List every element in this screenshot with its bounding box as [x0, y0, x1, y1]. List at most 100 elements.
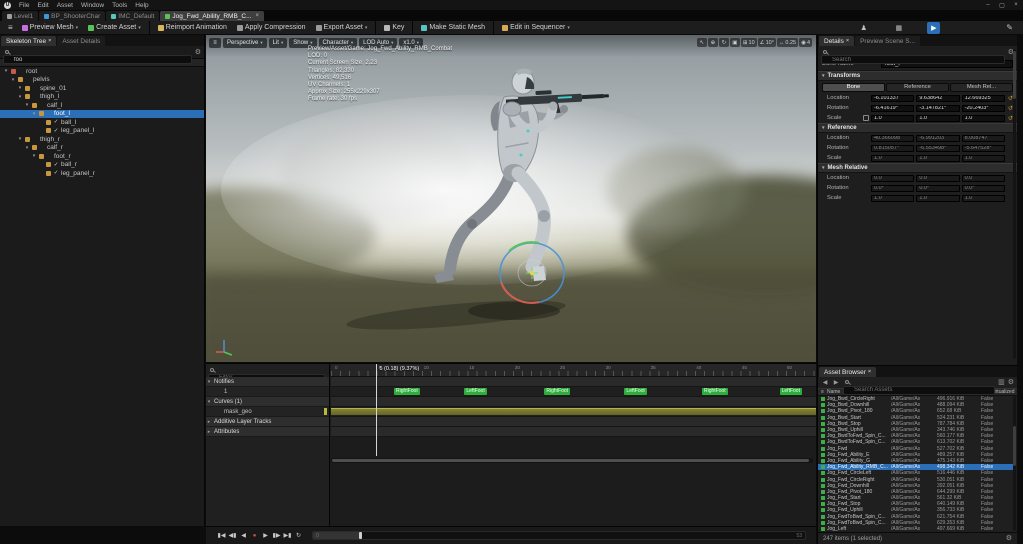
expander-icon[interactable]: ▸ [206, 429, 212, 435]
mesh-relative-section-header[interactable]: ▾ Mesh Relative [818, 163, 1017, 173]
transform-y-field[interactable]: 9.638642 [916, 94, 960, 102]
asset-row[interactable]: Jog_Fwd_Ability_RMB_C... /All/Game/As 49… [818, 464, 1013, 471]
history-forward-icon[interactable]: ▶ [832, 379, 840, 386]
transform-mode-button[interactable]: Reference [886, 82, 949, 92]
bone-tree-row[interactable]: ▾ calf_l [0, 101, 204, 110]
viewport-tool-button[interactable]: ↖ [696, 38, 707, 47]
transport-button[interactable]: ▶ [260, 530, 271, 541]
close-button[interactable]: × [1009, 2, 1023, 9]
transport-button[interactable]: ◀ [238, 530, 249, 541]
asset-search[interactable] [843, 378, 996, 395]
asset-row[interactable]: Jog_Bwd_Uphill /All/Game/As 343.746 KiB … [818, 427, 1013, 433]
lock-icon[interactable] [863, 115, 869, 121]
timeline-filter[interactable] [208, 366, 325, 383]
bone-tree-row[interactable]: ▾ root [0, 67, 204, 76]
preview-viewport[interactable]: ≡ Perspective ▾ Lit ▾ Show ▾ Character ▾… [206, 35, 816, 362]
details-scrollbar[interactable] [1013, 49, 1016, 359]
bone-tree-row[interactable]: ▾ foot_l [0, 109, 204, 118]
toolbar-button[interactable]: Preview Mesh ▾ [17, 21, 83, 35]
notify-marker[interactable]: RightFoot [544, 388, 571, 395]
asset-row[interactable]: Jog_BwdToFwd_Spin_C... /All/Game/As 560.… [818, 433, 1013, 439]
asset-search-input[interactable] [843, 385, 996, 395]
asset-row[interactable]: Jog_Fwd_Ability_G /All/Game/As 475.143 K… [818, 458, 1013, 464]
timeline-track-row[interactable]: ▾ Curves (1) [206, 397, 329, 407]
transform-x-field[interactable]: -6.41619° [871, 104, 915, 112]
asset-list-scrollbar[interactable] [1013, 396, 1016, 531]
snap-setting-button[interactable]: ⊞ 10 [740, 38, 757, 47]
snap-setting-button[interactable]: ↔ 0.25 [776, 38, 799, 47]
transport-button[interactable]: ▶▮ [282, 530, 293, 541]
tab-asset-details[interactable]: Asset Details [57, 36, 106, 46]
footer-gear-icon[interactable]: ⚙ [1006, 535, 1012, 542]
expander-icon[interactable]: ▾ [17, 94, 23, 100]
menu-item[interactable]: Window [77, 2, 108, 9]
minimize-button[interactable]: – [981, 2, 995, 9]
asset-tab[interactable]: Level1 × [2, 11, 39, 21]
asset-tab[interactable]: BP_ShooterChar × [39, 11, 106, 21]
skeleton-search[interactable] [3, 48, 192, 64]
transform-y-field[interactable]: 1.0 [916, 114, 960, 122]
transport-button[interactable]: ▮▶ [271, 530, 282, 541]
asset-row[interactable]: Jog_Fwd_Start /All/Game/As 561.32 KiB Fa… [818, 495, 1013, 501]
asset-row[interactable]: Jog_Bwd_Start /All/Game/As 524.231 KiB F… [818, 415, 1013, 421]
toolbar-button[interactable]: Create Asset ▾ [83, 21, 146, 35]
asset-row[interactable]: Jog_Fwd /All/Game/As 527.702 KiB False [818, 446, 1013, 452]
expander-icon[interactable]: ▾ [31, 153, 37, 159]
tree-filter-gear-icon[interactable]: ⚙ [195, 49, 201, 56]
close-icon[interactable]: × [868, 369, 871, 375]
viewport-menu-icon[interactable]: ≡ [209, 38, 221, 48]
asset-row[interactable]: Jog_Bwd_Stop /All/Game/As 787.784 KiB Fa… [818, 421, 1013, 427]
viewport-toolbar-button[interactable]: Lit ▾ [268, 38, 288, 48]
expander-icon[interactable]: ▾ [31, 111, 37, 117]
transform-mode-button[interactable]: Bone [822, 82, 885, 92]
bone-tree-row[interactable]: ✓ leg_panel_r [0, 169, 204, 178]
tab-details[interactable]: Details × [819, 36, 855, 46]
editor-mode-button[interactable]: ♟ [857, 22, 870, 34]
reference-section-header[interactable]: ▾ Reference [818, 123, 1017, 133]
transform-x-field[interactable]: 1.0 [871, 114, 915, 122]
asset-row[interactable]: Jog_Fwd_Ability_E /All/Game/As 489.257 K… [818, 452, 1013, 458]
transform-z-field[interactable]: 12.669325 [961, 94, 1005, 102]
bone-tree-row[interactable]: ▾ spine_01 [0, 84, 204, 93]
transport-button[interactable]: ↻ [293, 530, 304, 541]
toolbar-button[interactable]: Edit in Sequencer ▾ [493, 20, 575, 35]
timeline-track-row[interactable]: ▸ Additive Layer Tracks [206, 417, 329, 427]
details-search[interactable] [821, 48, 1005, 64]
expander-icon[interactable]: ▾ [17, 136, 23, 142]
bone-tree-row[interactable]: ✓ leg_panel_l [0, 127, 204, 136]
close-icon[interactable]: × [48, 38, 51, 44]
viewport-tool-button[interactable]: ↻ [718, 38, 729, 47]
bone-tree-row[interactable]: ▾ thigh_r [0, 135, 204, 144]
asset-row[interactable]: Jog_Fwd_CircleRight /All/Game/As 530.051… [818, 476, 1013, 483]
timeline-track-row[interactable]: ▾ Notifies [206, 377, 329, 387]
timeline-h-scrollbar-thumb[interactable] [332, 459, 809, 462]
asset-row[interactable]: Jog_Fwd_Pivot_180 /All/Game/As 644.299 K… [818, 489, 1013, 495]
edit-icon[interactable]: ✎ [1006, 23, 1013, 32]
transform-mode-button[interactable]: Mesh Rel... [950, 82, 1013, 92]
transport-button[interactable]: ◀▮ [227, 530, 238, 541]
expander-icon[interactable]: ▾ [24, 145, 30, 151]
expander-icon[interactable]: ▾ [24, 102, 30, 108]
skeleton-search-input[interactable] [3, 55, 192, 64]
notify-track[interactable]: RightFoot LeftFoot RightFoot LeftFoot RightF… [331, 387, 816, 397]
bone-tree-row[interactable]: ▾ foot_r [0, 152, 204, 161]
history-back-icon[interactable]: ◀ [821, 379, 829, 386]
timeline-scrubber[interactable]: 0 53 [312, 531, 806, 540]
editor-mode-button[interactable]: ▶ [927, 21, 941, 34]
view-options-icon[interactable]: ▥ [998, 379, 1005, 386]
asset-tab[interactable]: Jog_Fwd_Ability_RMB_C... × [160, 11, 265, 21]
tab-asset-browser[interactable]: Asset Browser × [819, 367, 877, 377]
menu-item[interactable]: Edit [33, 2, 52, 9]
asset-settings-gear-icon[interactable]: ⚙ [1008, 379, 1014, 386]
transform-y-field[interactable]: -3.147821° [916, 104, 960, 112]
transport-button[interactable]: ● [249, 530, 260, 541]
close-icon[interactable]: × [256, 13, 260, 19]
timeline-track-row[interactable]: ▸ Attributes [206, 427, 329, 437]
toolbar-button[interactable]: Export Asset ▾ [311, 21, 373, 35]
menu-item[interactable]: Help [131, 2, 152, 9]
expander-icon[interactable]: ▸ [206, 419, 212, 425]
asset-row[interactable]: Jog_FwdToBwd_Spin_C... /All/Game/As 621.… [818, 514, 1013, 520]
maximize-button[interactable]: ▢ [995, 2, 1009, 9]
transforms-section-header[interactable]: ▾ Transforms [818, 71, 1017, 81]
sort-icon[interactable]: ≡ [818, 389, 827, 395]
